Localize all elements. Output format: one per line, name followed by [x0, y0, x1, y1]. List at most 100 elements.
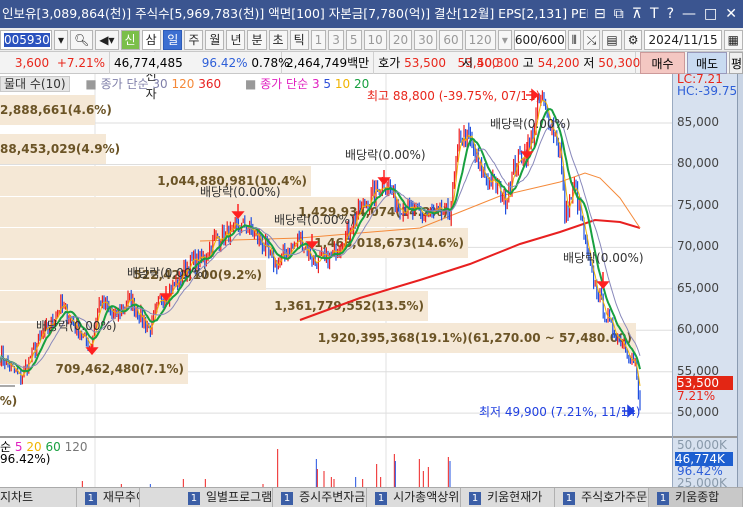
tab-kiwoom-total[interactable]: 1 키움종합 — [649, 488, 743, 507]
ma-3-label: 3 — [311, 77, 320, 91]
credit-badge: 신 — [120, 29, 140, 50]
interval-20[interactable]: 20 — [388, 29, 413, 50]
vol-ma-120: 120 — [64, 440, 88, 454]
date-field[interactable]: 2024/11/15 — [644, 29, 722, 50]
ma-20-label: 20 — [354, 77, 370, 91]
interval-30[interactable]: 30 — [414, 29, 438, 50]
vol-axis-top: 50,000K — [677, 438, 727, 452]
search-icon[interactable]: 🔍︎ — [70, 29, 94, 50]
interval-dropdown[interactable]: ▾ — [497, 29, 512, 50]
tab-financial[interactable]: 1재무추이 — [77, 488, 140, 507]
trade-amount: 2,464,749백만 — [282, 51, 375, 74]
dividend-label: 배당락(0.00%) — [563, 251, 644, 265]
sell-button[interactable]: 매도 — [687, 51, 727, 74]
ma-short-label: 종가 단순 — [260, 77, 309, 91]
ma-30-label: 30 — [152, 77, 168, 91]
tab-program[interactable]: 1일별프로그램매 — [140, 488, 274, 507]
chart-legend: 물대 수(10) ■ 종가 단순 30 120 360 ■ 종가 단순 3 5 … — [0, 74, 672, 94]
tab-chart[interactable]: 지차트 — [0, 488, 77, 507]
layout-icon[interactable]: ⊟ — [594, 0, 606, 28]
current-pct-label: 7.21% — [677, 389, 716, 403]
maximize-icon[interactable]: □ — [704, 0, 717, 28]
candle-tool-icon[interactable]: ⫴ — [567, 29, 581, 50]
open-label: 시 — [462, 55, 474, 70]
volume: 46,774,485 — [114, 55, 183, 70]
help-icon[interactable]: ? — [667, 0, 674, 28]
current-price-label: 53,500 — [677, 376, 733, 390]
interval-1[interactable]: 1 — [310, 29, 327, 50]
pin-icon[interactable]: ⊼ — [632, 0, 642, 28]
axis-tick: 50,000 — [677, 405, 719, 419]
change-pct: +7.21% — [56, 55, 105, 70]
price-chart[interactable]: 2,888,661(4.6%) 88,453,029(4.9%) 1,044,8… — [0, 74, 672, 436]
calendar-icon[interactable]: ▦ — [723, 29, 743, 50]
ma-10-label: 10 — [334, 77, 351, 91]
quote-bar: 3,600 +7.21% 46,774,485 96.42% 0.78% 2,4… — [0, 51, 743, 74]
vol-ratio-text: 96.42%) — [0, 452, 51, 466]
data-count-field[interactable]: 600/600 — [513, 29, 566, 50]
tab-order[interactable]: 1 주식호가주문 — [555, 488, 650, 507]
period-month[interactable]: 월 — [205, 29, 225, 50]
code-dropdown-icon[interactable]: ▾ — [54, 29, 69, 50]
high-label: 고 — [522, 55, 534, 70]
draw-tool-icon[interactable]: ⤯ — [582, 29, 601, 50]
ma-5-line — [0, 99, 641, 386]
close-icon[interactable]: ✕ — [725, 0, 737, 28]
axis-tick: 60,000 — [677, 322, 719, 336]
high-price: 54,200 — [537, 55, 580, 70]
save-icon[interactable]: ▤ — [602, 29, 622, 50]
settings-icon[interactable]: ⚙ — [623, 29, 643, 50]
vertical-scrollbar[interactable] — [737, 74, 743, 487]
volume-plot — [81, 438, 451, 487]
minimize-icon[interactable]: — — [682, 0, 696, 28]
axis-tick: 75,000 — [677, 198, 719, 212]
hc-label: HC:-39.75 — [677, 84, 738, 98]
dividend-arrows — [85, 88, 636, 418]
period-minute[interactable]: 분 — [247, 29, 267, 50]
dividend-label: 배당락(0.00%) — [345, 148, 426, 162]
low-price: 50,300 — [598, 55, 641, 70]
period-second[interactable]: 초 — [268, 29, 288, 50]
interval-10[interactable]: 10 — [363, 29, 387, 50]
axis-tick: 65,000 — [677, 281, 719, 295]
dividend-label: 배당락(0.00%) — [127, 266, 208, 280]
interval-60[interactable]: 60 — [439, 29, 463, 50]
low-label: 저 — [583, 55, 595, 70]
sound-icon[interactable]: ◀▾ — [95, 29, 119, 50]
eval-button[interactable]: 평 — [729, 51, 743, 74]
interval-3[interactable]: 3 — [328, 29, 344, 50]
volume-profile-toggle[interactable]: 물대 수(10) — [0, 76, 70, 92]
ma-long-label: 종가 단순 — [100, 77, 149, 91]
period-day[interactable]: 일 — [163, 29, 183, 50]
restore-icon[interactable]: ⧉ — [614, 0, 624, 28]
dividend-label: 배당락(0.00%) — [274, 213, 355, 227]
ask-price: 53,500 — [404, 55, 447, 70]
dividend-label: 배당락(0.00%) — [490, 117, 571, 131]
low-annotation: 최저 49,900 (7.21%, 11/14) — [479, 405, 641, 419]
change: 3,600 — [14, 55, 50, 70]
font-icon[interactable]: T — [650, 0, 659, 28]
period-year[interactable]: 년 — [226, 29, 246, 50]
ma-360-label: 360 — [198, 77, 222, 91]
tab-market-funds[interactable]: 1증시주변자금추 — [273, 488, 368, 507]
axis-tick: 85,000 — [677, 115, 719, 129]
tab-market-cap[interactable]: 1 시가총액상위 — [367, 488, 462, 507]
window-title: 인보유[3,089,864(천)] 주식수[5,969,783(천)] 액면[1… — [2, 6, 616, 21]
dividend-label: 배당락(0.00%) — [200, 185, 281, 199]
interval-120[interactable]: 120 — [464, 29, 496, 50]
interval-5[interactable]: 5 — [345, 29, 362, 50]
volume-chart: 순 5 20 60 120 96.42%) — [0, 436, 672, 487]
buy-button[interactable]: 매수 — [640, 51, 685, 74]
stock-name: 삼성전자 — [141, 29, 162, 101]
open-price: 50,300 — [476, 55, 519, 70]
price-axis[interactable]: LC:7.21 HC:-39.75 85,000 80,000 75,000 7… — [672, 72, 738, 490]
period-tick[interactable]: 틱 — [289, 29, 309, 50]
stock-code-input[interactable]: 005930 — [0, 29, 52, 50]
tab-current-price[interactable]: 1 키움현재가 — [461, 488, 556, 507]
axis-tick: 70,000 — [677, 239, 719, 253]
period-week[interactable]: 주 — [184, 29, 204, 50]
window-controls: ⊟ ⧉ ⊼ T ? — □ ✕ — [588, 0, 743, 28]
arrow-down-icon — [231, 204, 245, 220]
hoga-label: 호가 — [378, 55, 401, 70]
chart-toolbar: 005930 ▾ 🔍︎ ◀▾ 신 삼성전자 일 주 월 년 분 초 틱 1 3 … — [0, 28, 743, 101]
